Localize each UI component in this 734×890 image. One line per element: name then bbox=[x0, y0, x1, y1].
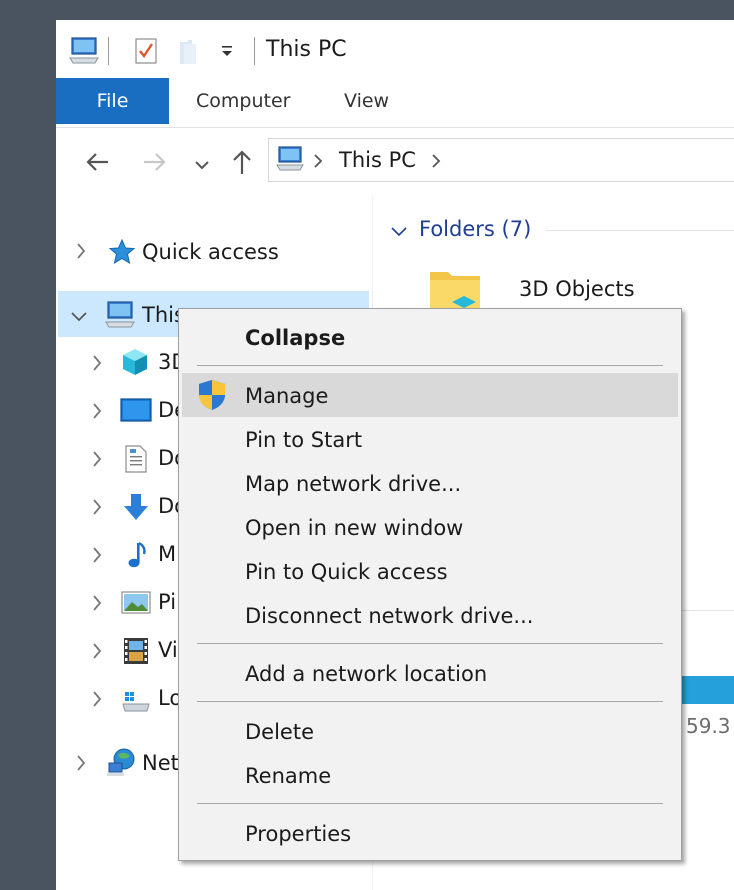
menu-item-delete[interactable]: Delete bbox=[245, 720, 314, 744]
back-arrow-icon[interactable] bbox=[84, 150, 110, 174]
expand-chevron-icon[interactable] bbox=[92, 642, 102, 660]
music-icon bbox=[124, 540, 148, 570]
menu-item-add-network-location[interactable]: Add a network location bbox=[245, 662, 487, 686]
menu-item-map-network-drive[interactable]: Map network drive... bbox=[245, 472, 461, 496]
uac-shield-icon bbox=[197, 379, 227, 411]
ribbon-divider bbox=[56, 127, 734, 128]
context-menu: Collapse Manage Pin to Start Map network… bbox=[178, 308, 682, 861]
expand-chevron-icon[interactable] bbox=[92, 594, 102, 612]
title-separator bbox=[254, 37, 255, 65]
folders-group-header[interactable]: Folders (7) bbox=[419, 217, 531, 241]
tree-item-music[interactable]: M bbox=[158, 542, 176, 566]
recent-locations-chevron-icon[interactable] bbox=[194, 156, 210, 170]
drive-usage-bar bbox=[682, 676, 734, 704]
tree-item-videos[interactable]: Vi bbox=[158, 638, 178, 662]
properties-icon[interactable] bbox=[134, 36, 158, 66]
local-disk-icon bbox=[120, 686, 152, 714]
expand-chevron-icon[interactable] bbox=[76, 754, 86, 772]
expand-chevron-icon[interactable] bbox=[92, 690, 102, 708]
menu-item-open-in-new-window[interactable]: Open in new window bbox=[245, 516, 463, 540]
star-icon bbox=[108, 238, 136, 266]
menu-item-pin-to-start[interactable]: Pin to Start bbox=[245, 428, 362, 452]
breadcrumb-chevron-icon[interactable] bbox=[313, 153, 323, 169]
address-path[interactable]: This PC bbox=[339, 148, 416, 172]
section-divider bbox=[682, 610, 734, 611]
section-divider bbox=[546, 230, 734, 231]
menu-item-properties[interactable]: Properties bbox=[245, 822, 351, 846]
up-arrow-icon[interactable] bbox=[230, 148, 254, 176]
menu-item-collapse[interactable]: Collapse bbox=[245, 326, 345, 350]
customize-toolbar-dropdown-icon[interactable] bbox=[220, 44, 234, 60]
computer-icon bbox=[104, 300, 136, 330]
folder-3d-objects-label[interactable]: 3D Objects bbox=[519, 277, 635, 301]
desktop-icon bbox=[120, 398, 152, 424]
menu-item-rename[interactable]: Rename bbox=[245, 764, 331, 788]
menu-item-manage-label: Manage bbox=[245, 384, 329, 408]
menu-separator bbox=[197, 365, 663, 366]
window-title: This PC bbox=[266, 37, 347, 62]
expand-chevron-icon[interactable] bbox=[76, 242, 86, 260]
new-folder-icon[interactable] bbox=[178, 38, 200, 66]
expand-chevron-icon[interactable] bbox=[92, 498, 102, 516]
expand-chevron-icon[interactable] bbox=[92, 402, 102, 420]
menu-separator bbox=[197, 803, 663, 804]
expand-chevron-icon[interactable] bbox=[92, 450, 102, 468]
cube-3d-icon bbox=[120, 347, 150, 377]
breadcrumb-chevron-icon[interactable] bbox=[431, 153, 441, 169]
drive-free-space: 59.3 bbox=[686, 714, 731, 738]
folders-collapse-chevron-icon[interactable] bbox=[390, 223, 408, 237]
tab-computer[interactable]: Computer bbox=[196, 78, 290, 124]
downloads-icon bbox=[122, 492, 150, 522]
address-computer-icon bbox=[275, 145, 305, 173]
network-icon bbox=[106, 746, 138, 778]
tab-file[interactable]: File bbox=[56, 78, 169, 124]
expand-chevron-icon[interactable] bbox=[92, 354, 102, 372]
address-bar[interactable]: This PC bbox=[268, 138, 734, 182]
menu-separator bbox=[197, 643, 663, 644]
tree-item-pictures[interactable]: Pi bbox=[158, 590, 176, 614]
expand-chevron-icon[interactable] bbox=[92, 546, 102, 564]
tree-item-network[interactable]: Net bbox=[142, 751, 179, 775]
pictures-icon bbox=[120, 590, 152, 616]
menu-item-disconnect-network-drive[interactable]: Disconnect network drive... bbox=[245, 604, 533, 628]
tab-view[interactable]: View bbox=[344, 78, 389, 124]
toolbar-separator bbox=[108, 37, 109, 65]
documents-icon bbox=[124, 444, 148, 474]
computer-icon bbox=[68, 36, 100, 66]
menu-item-pin-to-quick-access[interactable]: Pin to Quick access bbox=[245, 560, 448, 584]
menu-separator bbox=[197, 701, 663, 702]
tree-item-quick-access[interactable]: Quick access bbox=[142, 240, 279, 264]
forward-arrow-icon[interactable] bbox=[142, 150, 168, 174]
collapse-chevron-icon[interactable] bbox=[70, 308, 88, 322]
videos-icon bbox=[122, 636, 150, 666]
